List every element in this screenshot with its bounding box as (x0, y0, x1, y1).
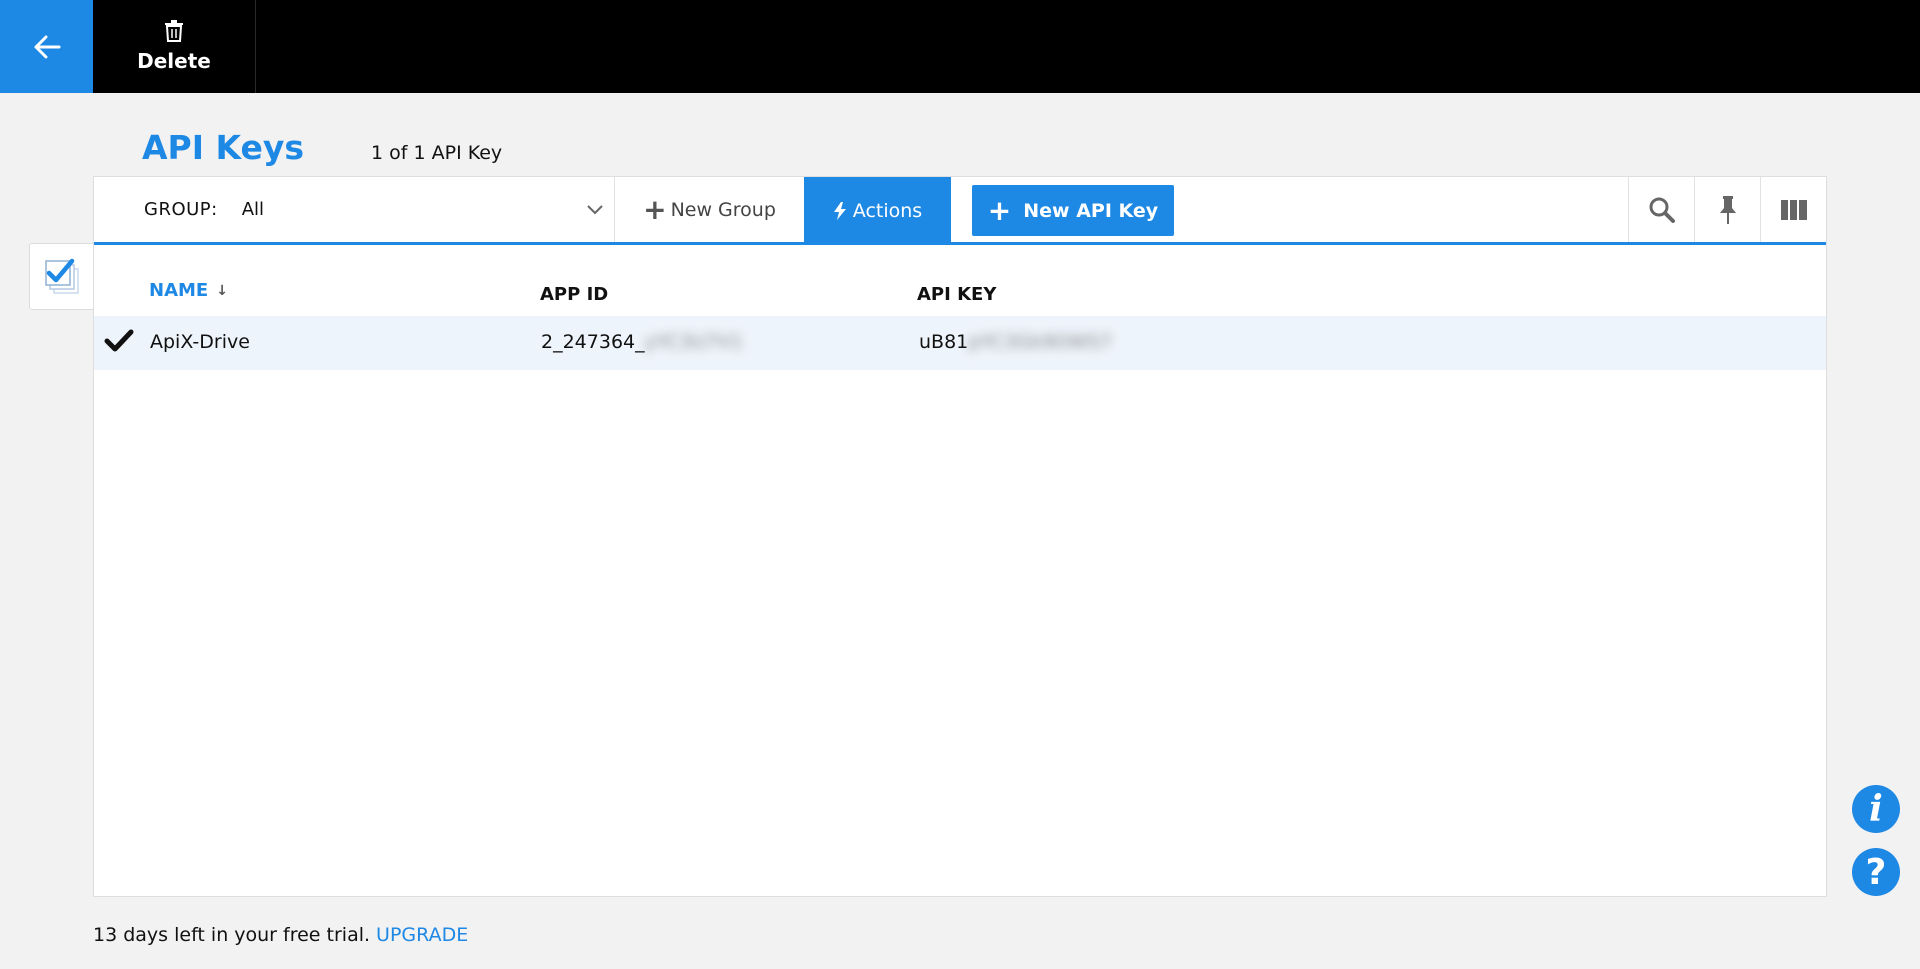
actions-label: Actions (852, 200, 923, 222)
column-header-app-id[interactable]: APP ID (540, 284, 608, 305)
record-count: 1 of 1 API Key (371, 142, 503, 164)
trial-notice: 13 days left in your free trial. UPGRADE (93, 924, 468, 946)
plus-icon: + (643, 192, 667, 226)
column-name-label: NAME (149, 280, 209, 301)
delete-label: Delete (137, 49, 211, 73)
group-label: GROUP: (144, 199, 218, 220)
sort-down-icon: ↓ (216, 282, 228, 299)
group-value: All (241, 199, 265, 220)
search-icon (1649, 197, 1675, 223)
question-icon: ? (1865, 851, 1887, 893)
app-id-visible: 2_247364_ (541, 331, 645, 353)
actions-button[interactable]: Actions (804, 177, 951, 245)
new-api-key-label: New API Key (1023, 199, 1159, 222)
chevron-down-icon (587, 205, 603, 215)
top-toolbar: Delete (0, 0, 1920, 93)
page-title: API Keys (142, 128, 305, 167)
trash-icon (165, 20, 183, 42)
new-group-label: New Group (670, 198, 776, 221)
columns-button[interactable] (1760, 177, 1826, 242)
select-all-button[interactable] (29, 243, 95, 310)
api-key-redacted: pYC3Gk9OWS7 (968, 331, 1112, 353)
new-group-button[interactable]: + New Group (615, 177, 804, 242)
pin-icon (1719, 195, 1736, 224)
checkmark-icon[interactable] (104, 328, 134, 354)
app-id-redacted: yYC3U7V1 (644, 331, 743, 353)
search-button[interactable] (1628, 177, 1694, 242)
table-header: NAME ↓ APP ID API KEY (94, 280, 1826, 318)
row-api-key: uB81pYC3Gk9OWS7 (919, 331, 1112, 353)
group-filter-dropdown[interactable]: GROUP: All (94, 177, 615, 242)
api-key-visible: uB81 (919, 331, 969, 353)
table-row[interactable]: ApiX-Drive 2_247364_yYC3U7V1 uB81pYC3Gk9… (94, 316, 1826, 370)
columns-icon (1780, 199, 1807, 220)
help-button[interactable]: ? (1852, 848, 1900, 896)
list-toolbar: GROUP: All + New Group Actions + New API… (94, 177, 1826, 245)
info-icon: i (1869, 788, 1883, 830)
column-header-api-key[interactable]: API KEY (917, 284, 996, 305)
back-button[interactable] (0, 0, 93, 93)
info-button[interactable]: i (1852, 785, 1900, 833)
api-keys-panel: GROUP: All + New Group Actions + New API… (93, 176, 1827, 897)
column-header-name[interactable]: NAME ↓ (149, 280, 228, 301)
delete-button[interactable]: Delete (93, 0, 256, 93)
plus-icon: + (987, 193, 1012, 227)
toolbar-icons (1628, 177, 1826, 242)
multi-check-icon (45, 258, 79, 294)
pin-button[interactable] (1694, 177, 1760, 242)
row-name: ApiX-Drive (150, 331, 250, 353)
arrow-left-icon (34, 35, 60, 58)
trial-text: 13 days left in your free trial. (93, 924, 371, 946)
lightning-icon (833, 202, 846, 220)
row-app-id: 2_247364_yYC3U7V1 (541, 331, 743, 353)
new-api-key-button[interactable]: + New API Key (972, 185, 1174, 236)
upgrade-link[interactable]: UPGRADE (376, 924, 468, 946)
